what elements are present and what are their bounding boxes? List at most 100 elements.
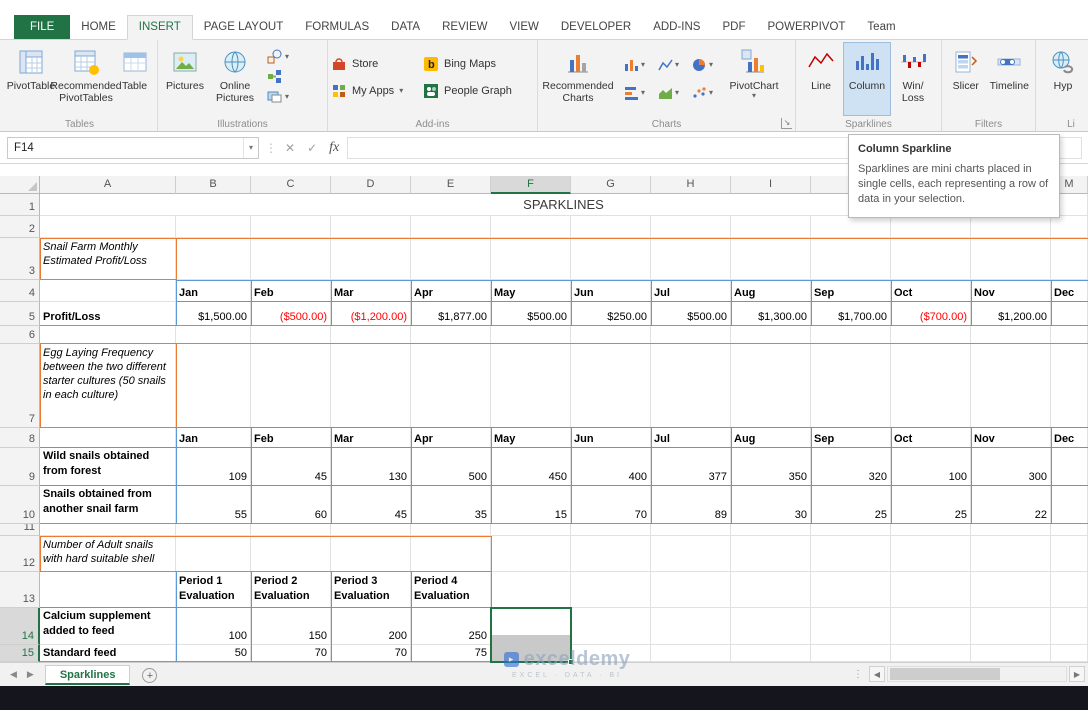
cell-K12[interactable] [891,536,971,572]
month-header-row4[interactable]: Nov [971,280,1051,302]
profit-loss-value[interactable]: $500.00 [491,302,571,326]
month-header-row8[interactable]: May [491,428,571,448]
line-chart-menu-button[interactable]: ▾ [653,52,684,77]
farm-snails-value[interactable]: 60 [251,486,331,524]
calcium-value[interactable]: 100 [176,608,251,645]
cell-K14[interactable] [891,608,971,645]
online-pictures-button[interactable]: Online Pictures [209,42,261,116]
tab-team[interactable]: Team [856,16,906,39]
cell-E2[interactable] [411,216,491,238]
month-header-row8[interactable]: Jun [571,428,651,448]
cell-I15[interactable] [731,645,811,662]
name-box-dropdown-icon[interactable]: ▾ [242,137,258,158]
month-header-row4[interactable]: Jul [651,280,731,302]
cell-L15[interactable] [971,645,1051,662]
farm-snails-value[interactable]: 45 [331,486,411,524]
wild-snails-value[interactable]: 109 [176,448,251,486]
cell-M2[interactable] [1051,216,1088,238]
tab-powerpivot[interactable]: POWERPIVOT [756,16,856,39]
recommended-pivottables-button[interactable]: Recommended PivotTables [50,42,122,116]
cell-I14[interactable] [731,608,811,645]
row-header-4[interactable]: 4 [0,280,40,302]
cell-J11[interactable] [811,524,891,536]
cell-L3[interactable] [971,238,1051,280]
cell-A8[interactable] [40,428,176,448]
month-header-row8[interactable]: Feb [251,428,331,448]
cell-L7[interactable] [971,344,1051,428]
farm-snails-value[interactable]: 30 [731,486,811,524]
cell-L12[interactable] [971,536,1051,572]
cell-F2[interactable] [491,216,571,238]
cell-H11[interactable] [651,524,731,536]
month-header-row4[interactable]: Apr [411,280,491,302]
month-header-row4[interactable]: Mar [331,280,411,302]
scroll-right-icon[interactable]: ▶ [1069,666,1085,682]
cell-E11[interactable] [411,524,491,536]
row-header-15[interactable]: 15 [0,645,40,662]
bing-maps-button[interactable]: b Bing Maps [423,56,519,72]
cell-D7[interactable] [331,344,411,428]
section-3-label[interactable]: Number of Adult snails with hard suitabl… [40,536,176,572]
row-label-farm-snails[interactable]: Snails obtained from another snail farm [40,486,176,524]
tab-developer[interactable]: DEVELOPER [550,16,642,39]
cell-G11[interactable] [571,524,651,536]
cell-J6[interactable] [811,326,891,344]
wild-snails-value[interactable]: 130 [331,448,411,486]
cell-I7[interactable] [731,344,811,428]
cell-F7[interactable] [491,344,571,428]
period-header[interactable]: Period 2 Evaluation [251,572,331,608]
tab-file[interactable]: FILE [14,15,71,39]
row-header-7[interactable]: 7 [0,344,40,428]
farm-snails-value[interactable]: 55 [176,486,251,524]
cell-K6[interactable] [891,326,971,344]
cell-F12[interactable] [491,536,571,572]
standard-feed-value[interactable]: 70 [251,645,331,662]
pivotchart-button[interactable]: PivotChart ▾ [722,42,786,116]
farm-snails-value[interactable]: 25 [811,486,891,524]
spreadsheet-grid[interactable]: ABCDEFGHIJKLM123456789101112131415SPARKL… [0,176,1088,665]
column-header-E[interactable]: E [411,176,491,194]
cell-G2[interactable] [571,216,651,238]
row-header-11[interactable]: 11 [0,524,40,536]
recommended-charts-button[interactable]: Recommended Charts [541,42,615,116]
wild-snails-value[interactable]: 300 [971,448,1051,486]
tab-formulas[interactable]: FORMULAS [294,16,380,39]
row-label-profit-loss[interactable]: Profit/Loss [40,302,176,326]
row-header-5[interactable]: 5 [0,302,40,326]
select-all-corner[interactable] [0,176,40,194]
slicer-button[interactable]: Slicer [945,42,987,116]
profit-loss-value[interactable]: $500.00 [651,302,731,326]
tab-view[interactable]: VIEW [498,16,549,39]
cell-J12[interactable] [811,536,891,572]
standard-feed-value[interactable]: 75 [411,645,491,662]
cell-B7[interactable] [176,344,251,428]
cell-L14[interactable] [971,608,1051,645]
people-graph-button[interactable]: People Graph [423,83,519,99]
cell-E6[interactable] [411,326,491,344]
month-header-row4[interactable]: Jun [571,280,651,302]
cell-A13[interactable] [40,572,176,608]
win-loss-sparkline-button[interactable]: Win/ Loss [891,42,935,116]
cell-C3[interactable] [251,238,331,280]
cell-C6[interactable] [251,326,331,344]
scatter-chart-menu-button[interactable]: ▾ [687,80,718,105]
cell-D11[interactable] [331,524,411,536]
cell-E12[interactable] [411,536,491,572]
cell-B2[interactable] [176,216,251,238]
row-header-9[interactable]: 9 [0,448,40,486]
cell-C7[interactable] [251,344,331,428]
cell-E7[interactable] [411,344,491,428]
table-button[interactable]: Table [115,42,154,116]
farm-snails-value[interactable]: 15 [491,486,571,524]
cell-I12[interactable] [731,536,811,572]
profit-loss-value[interactable]: $1,700.00 [811,302,891,326]
month-header-row8[interactable]: Jan [176,428,251,448]
cell-G15[interactable] [571,645,651,662]
standard-feed-value[interactable]: 70 [331,645,411,662]
scrollbar-splitter-icon[interactable]: ⋮ [853,669,867,680]
profit-loss-value[interactable]: ($700.00) [891,302,971,326]
cell-K13[interactable] [891,572,971,608]
month-header-row4[interactable]: Sep [811,280,891,302]
cell-D6[interactable] [331,326,411,344]
tab-home[interactable]: HOME [70,16,127,39]
